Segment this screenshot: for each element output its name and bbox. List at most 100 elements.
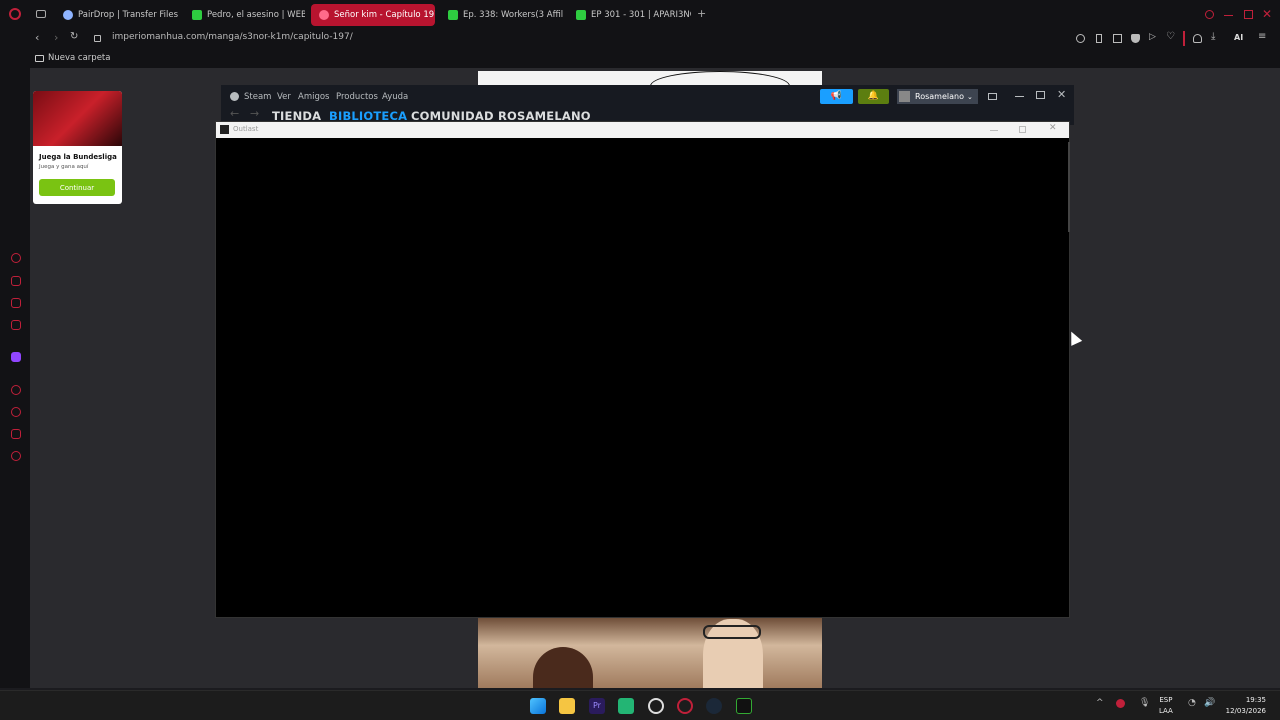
tab-label: PairDrop | Transfer Files C	[78, 10, 178, 20]
tab-label: EP 301 - 301 | APARI3NCIA	[591, 10, 691, 20]
tab-apariencia[interactable]: EP 301 - 301 | APARI3NCIA	[568, 4, 691, 26]
steam-user-menu[interactable]: Rosamelano ⌄	[897, 89, 978, 104]
tab-pedro[interactable]: Pedro, el asesino | WEBTO	[184, 4, 305, 26]
new-tab-button[interactable]: +	[697, 7, 706, 20]
steam-forward-icon[interactable]: →	[250, 107, 259, 120]
minimize-window-icon[interactable]	[1224, 15, 1233, 16]
download-icon[interactable]: ⤓	[1211, 31, 1215, 42]
divider	[1183, 31, 1185, 46]
profile-icon[interactable]	[1193, 34, 1202, 43]
steam-logo-icon	[230, 92, 239, 101]
webtoon-icon	[576, 10, 586, 20]
volume-icon[interactable]: 🔊	[1204, 698, 1215, 708]
opera-taskbar-icon[interactable]	[677, 698, 693, 714]
microphone-icon[interactable]: 🎙	[1139, 698, 1150, 708]
pin-icon[interactable]	[1096, 34, 1102, 43]
search-tabs-icon[interactable]	[1205, 10, 1214, 19]
tray-overflow-icon[interactable]: ^	[1096, 698, 1104, 708]
obs-icon[interactable]	[648, 698, 664, 714]
steam-maximize-icon[interactable]	[1036, 91, 1045, 99]
url-input[interactable]: imperiomanhua.com/manga/s3nor-k1m/capitu…	[112, 32, 353, 42]
steam-notifications-button[interactable]: 🔔	[858, 89, 889, 104]
steam-username: Rosamelano	[915, 92, 964, 101]
settings-gear-icon[interactable]	[11, 451, 21, 461]
player-sidebar-icon[interactable]	[11, 385, 21, 395]
tab-pairdrop[interactable]: PairDrop | Transfer Files C	[55, 4, 178, 26]
ad-subtitle: Juega y gana aquí	[39, 164, 89, 170]
bookmark-folder-nueva-carpeta[interactable]: Nueva carpeta	[48, 53, 110, 63]
steam-back-icon[interactable]: ←	[230, 107, 239, 120]
browser-sidebar	[0, 68, 30, 688]
forward-icon[interactable]: ›	[54, 31, 58, 44]
aria-icon[interactable]	[11, 253, 21, 263]
opera-logo-icon[interactable]	[9, 8, 21, 20]
player-icon[interactable]: ▷	[1149, 32, 1156, 42]
heart-icon[interactable]: ♡	[1166, 31, 1175, 42]
crypto-wallet-icon[interactable]	[11, 276, 21, 286]
snapshot-icon[interactable]	[1113, 34, 1122, 43]
aria-ai-button[interactable]: AI	[1234, 33, 1243, 42]
extensions-icon[interactable]	[11, 429, 21, 439]
tray-app-icon[interactable]	[1116, 699, 1125, 708]
history-icon[interactable]	[11, 407, 21, 417]
clock-time: 19:35	[1245, 696, 1266, 704]
address-bar: ‹ › ↻ imperiomanhua.com/manga/s3nor-k1m/…	[0, 28, 1280, 50]
ad-continue-button[interactable]: Continuar	[39, 179, 115, 196]
steam-menu-productos[interactable]: Productos	[336, 92, 378, 102]
steam-minimize-icon[interactable]	[1015, 96, 1024, 97]
outlast-maximize-icon[interactable]	[1019, 126, 1026, 133]
restore-window-icon[interactable]	[1244, 10, 1253, 19]
ad-title: Juega la Bundesliga	[39, 153, 117, 161]
zoom-icon[interactable]	[1076, 34, 1085, 43]
steam-announcements-button[interactable]: 📢	[820, 89, 853, 104]
tab-senor-kim[interactable]: Señor kim - Capítulo 197	[311, 4, 435, 26]
messenger-icon[interactable]	[11, 320, 21, 330]
premiere-pro-icon[interactable]: Pr	[589, 698, 605, 714]
reload-icon[interactable]: ↻	[70, 31, 78, 42]
chevron-down-icon: ⌄	[966, 92, 973, 101]
steam-taskbar-icon[interactable]	[706, 698, 722, 714]
pairdrop-icon	[63, 10, 73, 20]
outlast-game-window[interactable]: Outlast ✕	[215, 121, 1070, 618]
tab-label: Señor kim - Capítulo 197	[334, 10, 435, 20]
easy-setup-menu-icon[interactable]: ≡	[1258, 31, 1266, 42]
folder-icon	[35, 55, 44, 62]
steam-menu-ayuda[interactable]: Ayuda	[382, 92, 408, 102]
language-code: ESP	[1159, 696, 1173, 704]
wifi-icon[interactable]: ◔	[1188, 698, 1196, 708]
shopping-icon[interactable]	[11, 298, 21, 308]
windows-start-icon[interactable]	[530, 698, 546, 714]
steam-menu-steam[interactable]: Steam	[244, 92, 271, 102]
windows-taskbar: Pr ^ 🎙 ESP LAA ◔ 🔊 19:35 12/03/2026	[0, 690, 1280, 720]
tab-workers[interactable]: Ep. 338: Workers(3 Affiliat	[440, 4, 563, 26]
big-picture-icon[interactable]	[988, 93, 997, 100]
tab-menu-icon[interactable]	[36, 10, 46, 18]
clock-date: 12/03/2026	[1225, 707, 1266, 715]
back-icon[interactable]: ‹	[35, 31, 39, 44]
outlast-app-icon	[220, 125, 229, 134]
app-green-icon[interactable]	[618, 698, 634, 714]
file-explorer-icon[interactable]	[559, 698, 575, 714]
bookmarks-bar: Nueva carpeta	[0, 50, 1280, 68]
steam-menu-amigos[interactable]: Amigos	[298, 92, 329, 102]
outlast-minimize-icon[interactable]	[990, 130, 998, 131]
scrollbar[interactable]	[1068, 142, 1070, 232]
glasses-drawing	[703, 625, 761, 639]
advertisement-card[interactable]: Juega la Bundesliga Juega y gana aquí Co…	[33, 91, 122, 204]
webtoon-icon	[448, 10, 458, 20]
outlast-taskbar-icon[interactable]	[736, 698, 752, 714]
clock[interactable]: 19:35 12/03/2026	[1226, 695, 1266, 717]
steam-close-icon[interactable]: ✕	[1057, 88, 1066, 101]
ad-image	[33, 91, 122, 146]
close-window-icon[interactable]: ✕	[1262, 7, 1272, 21]
lock-icon	[94, 35, 101, 42]
steam-menu-ver[interactable]: Ver	[277, 92, 291, 102]
outlast-window-title: Outlast	[233, 125, 259, 133]
twitch-icon[interactable]	[11, 352, 21, 362]
outlast-close-icon[interactable]: ✕	[1049, 123, 1057, 133]
manga-panel-bottom	[478, 617, 822, 688]
avatar	[899, 91, 910, 102]
adblock-shield-icon[interactable]	[1131, 34, 1140, 43]
outlast-titlebar[interactable]: Outlast ✕	[216, 122, 1069, 138]
language-indicator[interactable]: ESP LAA	[1159, 695, 1173, 717]
